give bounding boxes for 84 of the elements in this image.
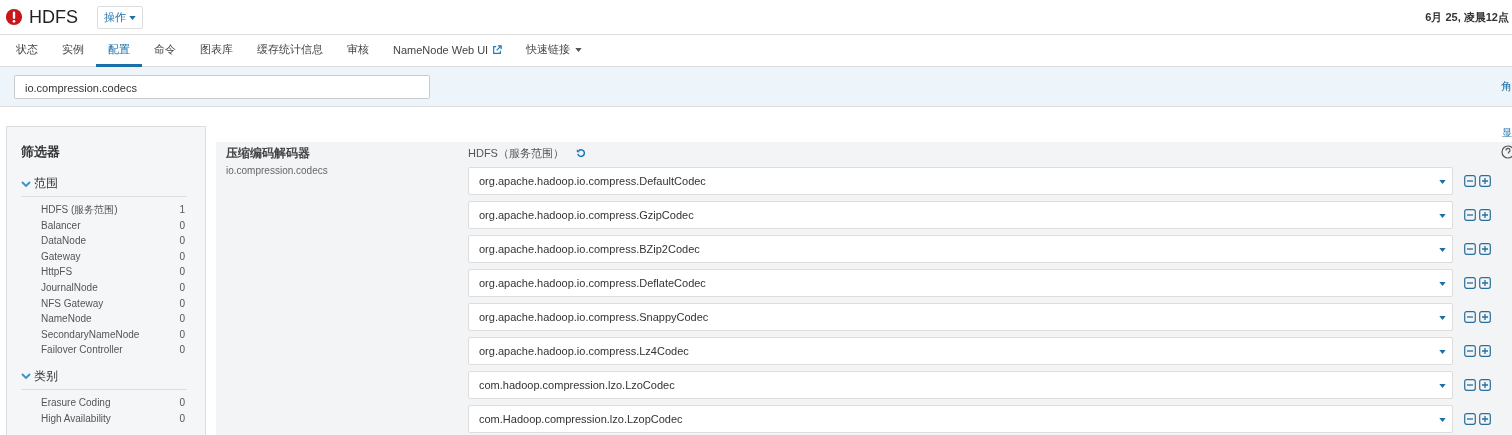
tab[interactable]: 命令: [142, 35, 188, 67]
property-name: 压缩编码解码器: [226, 145, 311, 162]
filter-count: 0: [179, 250, 185, 263]
caret-icon: [575, 47, 583, 52]
property-key: io.compression.codecs: [226, 165, 468, 176]
filter-item[interactable]: HttpFS: [41, 266, 73, 278]
filter-item[interactable]: High Availability: [41, 412, 111, 425]
caret-icon: [1439, 316, 1446, 320]
role-link[interactable]: 角: [1501, 79, 1512, 94]
filter-item[interactable]: DataNode: [41, 235, 87, 247]
remove-icon[interactable]: [1464, 277, 1476, 289]
tab[interactable]: 快速链接: [514, 35, 595, 67]
filter-count: 0: [179, 313, 185, 325]
filter-item[interactable]: Failover Controller: [41, 344, 123, 356]
caret-icon: [1439, 282, 1446, 286]
codec-select[interactable]: org.apache.hadoop.io.compress.SnappyCodec: [468, 303, 1453, 331]
remove-icon[interactable]: [1464, 345, 1476, 357]
search-field[interactable]: io.compression.codecs: [14, 74, 430, 99]
filter-count: 0: [179, 328, 185, 341]
chevron-icon: [21, 372, 31, 381]
remove-icon[interactable]: [1464, 311, 1476, 323]
caret-icon: [1439, 418, 1446, 422]
caret-icon: [1439, 180, 1446, 184]
filter-item[interactable]: SecondaryNameNode: [41, 328, 140, 341]
caret-icon: [1439, 384, 1446, 388]
filter-count: 1: [179, 204, 185, 216]
filter-count: 0: [179, 344, 185, 356]
filter-count: 0: [179, 412, 185, 425]
filter-count: 0: [179, 219, 185, 232]
caret-icon: [1439, 248, 1446, 252]
add-icon[interactable]: [1479, 243, 1491, 255]
filter-count: 0: [179, 281, 185, 294]
scope-label: HDFS（服务范围）: [468, 145, 564, 161]
add-icon[interactable]: [1479, 345, 1491, 357]
caret-icon: [1439, 214, 1446, 218]
tab[interactable]: 缓存统计信息: [245, 35, 335, 67]
filter-item[interactable]: JournalNode: [41, 281, 98, 294]
filter-item[interactable]: Erasure Coding: [41, 396, 111, 409]
filter-item[interactable]: HDFS (服务范围): [41, 204, 118, 216]
tab[interactable]: 图表库: [188, 35, 245, 67]
reset-icon[interactable]: [575, 148, 586, 158]
codec-select[interactable]: org.apache.hadoop.io.compress.BZip2Codec: [468, 235, 1453, 263]
external-link-icon: [492, 44, 503, 55]
filter-count: 0: [179, 297, 185, 310]
codec-select[interactable]: org.apache.hadoop.io.compress.DefaultCodec: [468, 167, 1453, 195]
caret-icon: [129, 15, 137, 20]
filter-group-header[interactable]: 类别: [21, 367, 187, 390]
remove-icon[interactable]: [1464, 413, 1476, 425]
remove-icon[interactable]: [1464, 175, 1476, 187]
service-title: HDFS: [29, 6, 78, 28]
filter-title: 筛选器: [21, 143, 61, 161]
remove-icon[interactable]: [1464, 209, 1476, 221]
filter-item[interactable]: Balancer: [41, 219, 81, 232]
filter-item[interactable]: NFS Gateway: [41, 297, 104, 310]
help-icon[interactable]: [1501, 145, 1512, 159]
show-link[interactable]: 显: [1502, 126, 1512, 142]
codec-select[interactable]: org.apache.hadoop.io.compress.Lz4Codec: [468, 337, 1453, 365]
tab[interactable]: NameNode Web UI: [381, 35, 515, 67]
tab[interactable]: 状态: [4, 35, 50, 67]
filter-item[interactable]: Gateway: [41, 250, 81, 263]
add-icon[interactable]: [1479, 379, 1491, 391]
filter-item[interactable]: NameNode: [41, 313, 92, 325]
remove-icon[interactable]: [1464, 243, 1476, 255]
timestamp: 6月 25, 凌晨12点: [1425, 9, 1509, 25]
codec-select[interactable]: org.apache.hadoop.io.compress.DeflateCodec: [468, 269, 1453, 297]
add-icon[interactable]: [1479, 413, 1491, 425]
chevron-icon: [21, 179, 31, 188]
codec-select[interactable]: com.hadoop.compression.lzo.LzoCodec: [468, 371, 1453, 399]
actions-button[interactable]: 操作: [97, 5, 144, 29]
tab[interactable]: 实例: [50, 35, 96, 67]
codec-select[interactable]: org.apache.hadoop.io.compress.GzipCodec: [468, 201, 1453, 229]
filter-group-header[interactable]: 范围: [21, 175, 187, 197]
tab[interactable]: 审核: [335, 35, 381, 67]
error-icon: [5, 8, 23, 26]
add-icon[interactable]: [1479, 209, 1491, 221]
codec-select[interactable]: com.Hadoop.compression.lzo.LzopCodec: [468, 405, 1453, 433]
remove-icon[interactable]: [1464, 379, 1476, 391]
add-icon[interactable]: [1479, 277, 1491, 289]
add-icon[interactable]: [1479, 175, 1491, 187]
add-icon[interactable]: [1479, 311, 1491, 323]
filter-count: 0: [179, 396, 185, 409]
caret-icon: [1439, 350, 1446, 354]
filter-count: 0: [179, 235, 185, 247]
filter-count: 0: [179, 266, 185, 278]
